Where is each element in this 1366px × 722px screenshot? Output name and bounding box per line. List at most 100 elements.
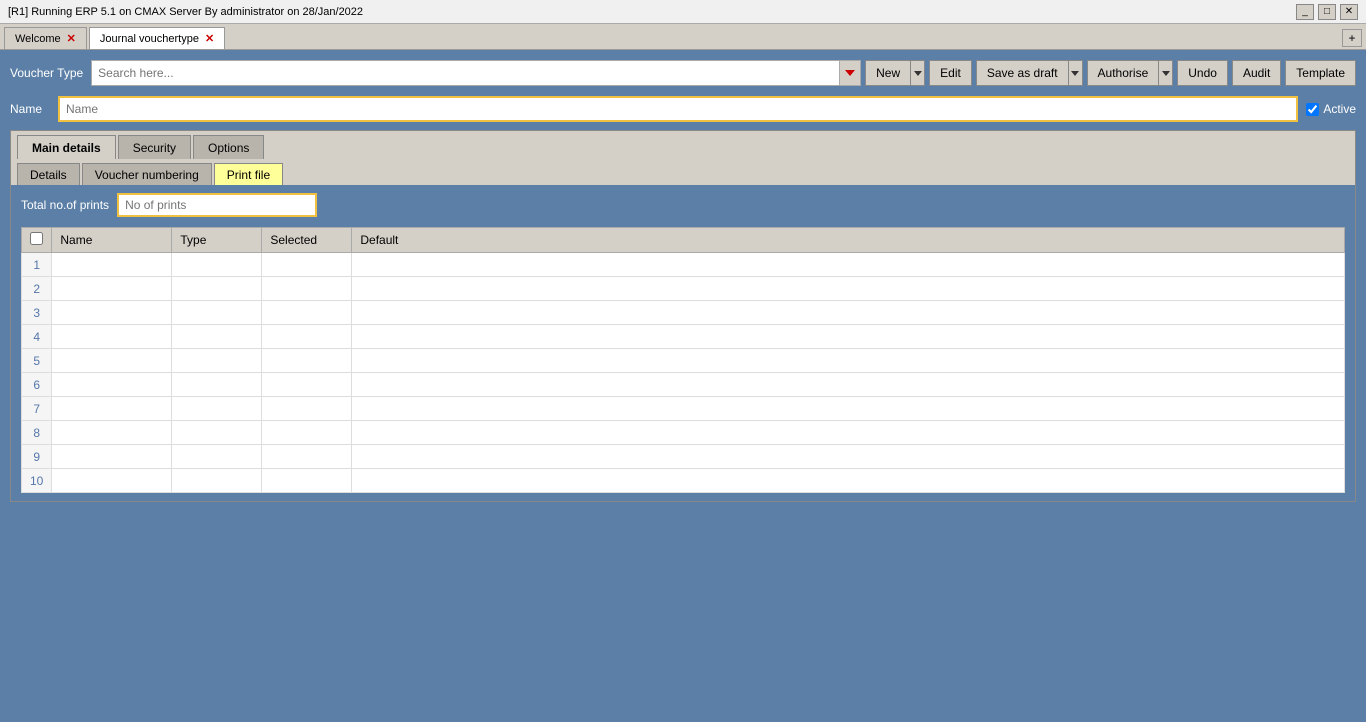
row-default-1[interactable]	[352, 253, 1345, 277]
row-name-8[interactable]	[52, 421, 172, 445]
template-button[interactable]: Template	[1285, 60, 1356, 86]
sub-tabs-panel: Details Voucher numbering Print file	[11, 159, 1355, 185]
row-type-5[interactable]	[172, 349, 262, 373]
row-selected-8[interactable]	[262, 421, 352, 445]
sub-tab-print-file[interactable]: Print file	[214, 163, 283, 185]
row-selected-6[interactable]	[262, 373, 352, 397]
select-all-checkbox[interactable]	[30, 232, 43, 245]
dropdown-arrow-icon	[845, 70, 855, 76]
row-name-3[interactable]	[52, 301, 172, 325]
row-type-3[interactable]	[172, 301, 262, 325]
row-selected-4[interactable]	[262, 325, 352, 349]
row-selected-5[interactable]	[262, 349, 352, 373]
tab-journal-vouchertype[interactable]: Journal vouchertype ✕	[89, 27, 225, 49]
main-tabs-panel: Main details Security Options	[11, 131, 1355, 159]
row-default-6[interactable]	[352, 373, 1345, 397]
tab-journal-close[interactable]: ✕	[205, 32, 214, 45]
active-label: Active	[1323, 102, 1356, 116]
row-default-5[interactable]	[352, 349, 1345, 373]
row-default-7[interactable]	[352, 397, 1345, 421]
voucher-type-dropdown-button[interactable]	[839, 60, 861, 86]
row-number-10: 10	[22, 469, 52, 493]
row-selected-2[interactable]	[262, 277, 352, 301]
row-type-9[interactable]	[172, 445, 262, 469]
row-name-2[interactable]	[52, 277, 172, 301]
prints-input[interactable]	[117, 193, 317, 217]
table-row: 8	[22, 421, 1345, 445]
window-controls[interactable]: _ □ ✕	[1296, 4, 1358, 20]
undo-button[interactable]: Undo	[1177, 60, 1228, 86]
maximize-button[interactable]: □	[1318, 4, 1336, 20]
voucher-type-search-input[interactable]	[91, 60, 861, 86]
prints-row: Total no.of prints	[21, 193, 1345, 217]
name-label: Name	[10, 102, 50, 116]
bottom-area	[10, 502, 1356, 552]
authorise-button[interactable]: Authorise	[1087, 60, 1160, 86]
edit-button[interactable]: Edit	[929, 60, 972, 86]
row-number-7: 7	[22, 397, 52, 421]
tab-options[interactable]: Options	[193, 135, 264, 159]
row-name-10[interactable]	[52, 469, 172, 493]
row-selected-1[interactable]	[262, 253, 352, 277]
row-number-8: 8	[22, 421, 52, 445]
sub-tab-voucher-numbering[interactable]: Voucher numbering	[82, 163, 212, 185]
tab-bar: Welcome ✕ Journal vouchertype ✕ +	[0, 24, 1366, 50]
row-default-8[interactable]	[352, 421, 1345, 445]
row-default-3[interactable]	[352, 301, 1345, 325]
row-number-4: 4	[22, 325, 52, 349]
name-input[interactable]	[58, 96, 1298, 122]
table-row: 6	[22, 373, 1345, 397]
toolbar: Voucher Type New Edit Save as draft Auth…	[10, 60, 1356, 86]
row-selected-9[interactable]	[262, 445, 352, 469]
row-number-6: 6	[22, 373, 52, 397]
row-name-5[interactable]	[52, 349, 172, 373]
print-table-body: 1 2 3 4 5	[22, 253, 1345, 493]
row-type-7[interactable]	[172, 397, 262, 421]
tab-welcome[interactable]: Welcome ✕	[4, 27, 87, 49]
row-default-10[interactable]	[352, 469, 1345, 493]
row-default-2[interactable]	[352, 277, 1345, 301]
close-button[interactable]: ✕	[1340, 4, 1358, 20]
row-name-6[interactable]	[52, 373, 172, 397]
header-default: Default	[352, 228, 1345, 253]
row-number-5: 5	[22, 349, 52, 373]
row-selected-3[interactable]	[262, 301, 352, 325]
save-as-draft-button[interactable]: Save as draft	[976, 60, 1069, 86]
name-row: Name Active	[10, 96, 1356, 122]
sub-tab-details[interactable]: Details	[17, 163, 80, 185]
row-name-9[interactable]	[52, 445, 172, 469]
table-row: 3	[22, 301, 1345, 325]
title-bar: [R1] Running ERP 5.1 on CMAX Server By a…	[0, 0, 1366, 24]
row-default-4[interactable]	[352, 325, 1345, 349]
table-row: 1	[22, 253, 1345, 277]
row-name-7[interactable]	[52, 397, 172, 421]
new-button[interactable]: New	[865, 60, 911, 86]
row-name-4[interactable]	[52, 325, 172, 349]
tab-security[interactable]: Security	[118, 135, 191, 159]
row-name-1[interactable]	[52, 253, 172, 277]
new-dropdown-button[interactable]	[911, 60, 925, 86]
tab-add-button[interactable]: +	[1342, 29, 1362, 47]
audit-button[interactable]: Audit	[1232, 60, 1281, 86]
tab-welcome-close[interactable]: ✕	[67, 32, 76, 45]
row-type-2[interactable]	[172, 277, 262, 301]
row-default-9[interactable]	[352, 445, 1345, 469]
row-type-1[interactable]	[172, 253, 262, 277]
print-file-table: Name Type Selected Default 1 2 3	[21, 227, 1345, 493]
row-type-8[interactable]	[172, 421, 262, 445]
row-selected-10[interactable]	[262, 469, 352, 493]
authorise-dropdown-button[interactable]	[1159, 60, 1173, 86]
row-selected-7[interactable]	[262, 397, 352, 421]
table-row: 5	[22, 349, 1345, 373]
header-name: Name	[52, 228, 172, 253]
row-type-4[interactable]	[172, 325, 262, 349]
minimize-button[interactable]: _	[1296, 4, 1314, 20]
active-checkbox[interactable]	[1306, 103, 1319, 116]
table-row: 7	[22, 397, 1345, 421]
prints-label: Total no.of prints	[21, 198, 109, 212]
tab-main-details[interactable]: Main details	[17, 135, 116, 159]
save-draft-dropdown-button[interactable]	[1069, 60, 1083, 86]
row-type-6[interactable]	[172, 373, 262, 397]
table-header-row: Name Type Selected Default	[22, 228, 1345, 253]
row-type-10[interactable]	[172, 469, 262, 493]
